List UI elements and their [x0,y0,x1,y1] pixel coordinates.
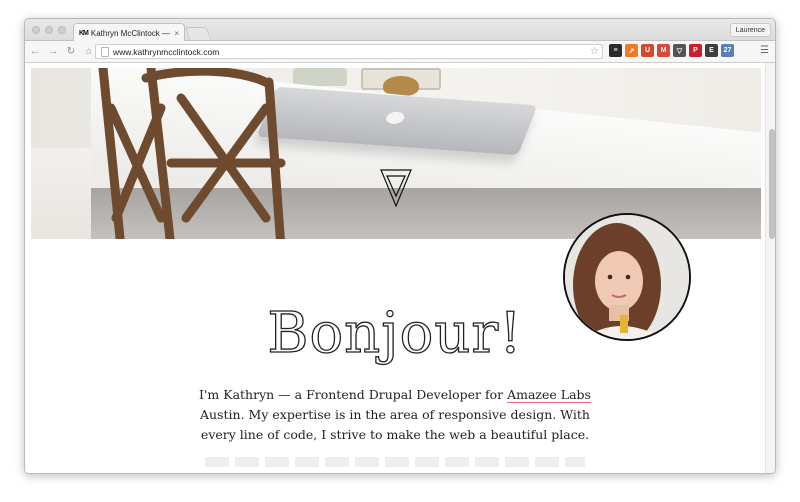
tab-strip: KM Kathryn McClintock — Drup × Laurence [25,19,775,42]
menu-icon[interactable]: ☰ [760,45,769,56]
scroll-down-arrow-icon[interactable] [379,168,413,208]
evernote-icon[interactable]: E [705,44,718,57]
feedly-icon[interactable]: ↗ [625,44,638,57]
pocket-icon[interactable]: ▽ [673,44,686,57]
hero-photo [31,68,761,239]
url-text: www.kathrynmcclintock.com [113,46,220,57]
scrollbar[interactable] [765,63,775,473]
profile-button[interactable]: Laurence [729,23,771,37]
tab-title: Kathryn McClintock — Drup [90,28,171,38]
next-paragraph-fade [205,457,585,467]
pinterest-icon[interactable]: P [689,44,702,57]
address-bar[interactable]: www.kathrynmcclintock.com ☆ [95,44,603,59]
new-tab-button[interactable] [184,27,212,40]
ublock-icon[interactable]: U [641,44,654,57]
window-controls [32,26,66,34]
reload-icon[interactable]: ↻ [63,44,79,60]
close-window-button[interactable] [32,26,40,34]
toolbar: ← → ↻ ⌂ www.kathrynmcclintock.com ☆ ≡ ↗ U M… [25,41,775,63]
page-viewport: Bonjour! I'm Kathryn — a Frontend Drupal… [25,63,775,473]
favicon-icon: KM [79,29,89,37]
hero-decor-vase [293,68,347,86]
zoom-window-button[interactable] [58,26,66,34]
gmail-icon[interactable]: M [657,44,670,57]
minimize-window-button[interactable] [45,26,53,34]
tab-active[interactable]: KM Kathryn McClintock — Drup × [73,23,185,42]
back-icon[interactable]: ← [27,44,43,60]
bookmark-star-icon[interactable]: ☆ [590,46,599,57]
tab-close-icon[interactable]: × [174,29,179,38]
page-title: Bonjour! [267,300,523,366]
buffer-icon[interactable]: ≡ [609,44,622,57]
forward-icon[interactable]: → [45,44,61,60]
extensions-bar: ≡ ↗ U M ▽ P E 27 [609,44,734,57]
calendar-icon[interactable]: 27 [721,44,734,57]
browser-window: KM Kathryn McClintock — Drup × Laurence … [24,18,776,474]
apple-logo-icon [384,111,407,125]
scrollbar-thumb[interactable] [769,129,775,239]
intro-text-start: I'm Kathryn — a Frontend Drupal Develope… [199,387,508,402]
page-icon [101,46,109,57]
hero-chair [98,68,286,239]
amazee-labs-link[interactable]: Amazee Labs [507,387,591,403]
intro-paragraph: I'm Kathryn — a Frontend Drupal Develope… [195,385,595,445]
intro-text-end: Austin. My expertise is in the area of r… [200,407,590,442]
